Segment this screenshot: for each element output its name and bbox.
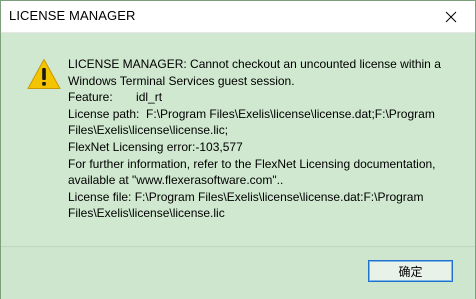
ok-button[interactable]: 确定 xyxy=(368,260,453,282)
close-button[interactable] xyxy=(429,1,473,32)
message-line: License file: F:\Program Files\Exelis\li… xyxy=(68,189,424,204)
warning-icon xyxy=(27,59,61,89)
error-message: LICENSE MANAGER: Cannot checkout an unco… xyxy=(68,56,463,222)
message-line: FlexNet Licensing error:-103,577 xyxy=(68,139,243,154)
button-bar: 确定 xyxy=(1,246,475,299)
message-line: For further information, refer to the Fl… xyxy=(68,156,436,171)
license-manager-dialog: LICENSE MANAGER LICENSE MANAGER: Cannot … xyxy=(0,0,476,299)
message-line: LICENSE MANAGER: Cannot checkout an unco… xyxy=(68,57,441,71)
dialog-body: LICENSE MANAGER: Cannot checkout an unco… xyxy=(1,33,475,246)
window-title: LICENSE MANAGER xyxy=(9,8,136,23)
message-line: Feature: idl_rt xyxy=(68,90,163,105)
message-line: Files\Exelis\license\license.lic xyxy=(68,206,225,221)
close-icon xyxy=(445,11,457,22)
message-line: License path: F:\Program Files\Exelis\li… xyxy=(68,106,435,121)
message-line: Windows Terminal Services guest session. xyxy=(68,73,295,88)
message-line: available at "www.flexerasoftware.com".. xyxy=(68,173,284,188)
title-bar[interactable]: LICENSE MANAGER xyxy=(1,1,475,33)
message-line: Files\Exelis\license\license.lic; xyxy=(68,123,229,138)
